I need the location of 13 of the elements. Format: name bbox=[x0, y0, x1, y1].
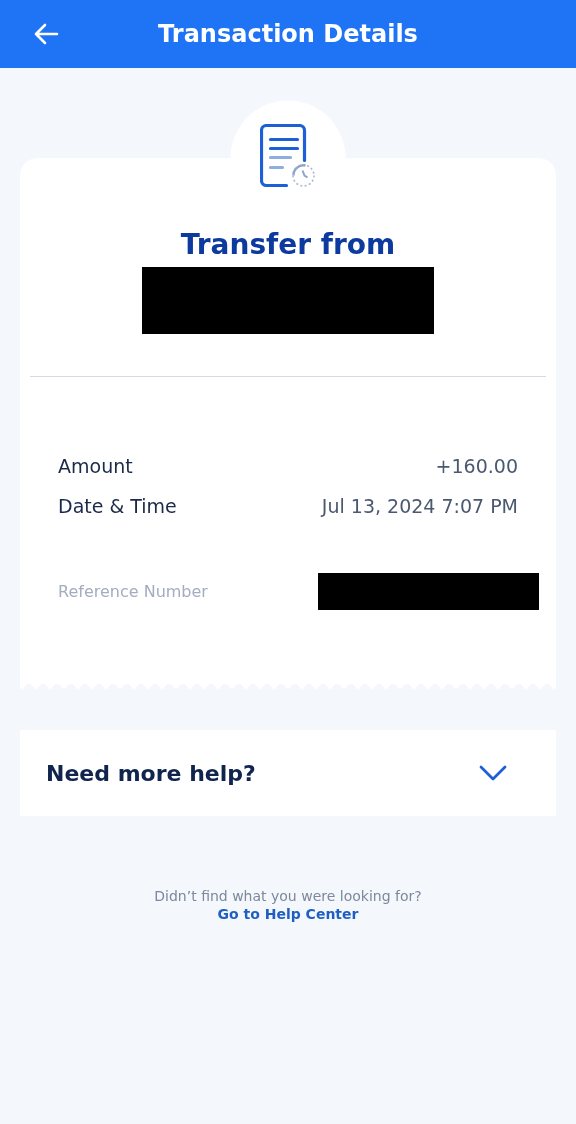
detail-value: Jul 13, 2024 7:07 PM bbox=[321, 495, 518, 517]
receipt-clock-icon bbox=[260, 124, 316, 188]
detail-value: +160.00 bbox=[435, 455, 518, 477]
transfer-heading: Transfer from bbox=[180, 228, 396, 261]
reference-label: Reference Number bbox=[58, 582, 208, 601]
detail-label: Date & Time bbox=[58, 495, 177, 517]
screen-title: Transaction Details bbox=[158, 20, 418, 48]
help-accordion[interactable]: Need more help? bbox=[20, 730, 556, 816]
detail-label: Amount bbox=[58, 455, 133, 477]
chevron-down-icon bbox=[479, 765, 507, 781]
back-arrow-icon bbox=[33, 23, 59, 45]
help-prompt: Didn’t find what you were looking for? bbox=[154, 888, 422, 904]
help-center-link[interactable]: Go to Help Center bbox=[217, 906, 359, 922]
